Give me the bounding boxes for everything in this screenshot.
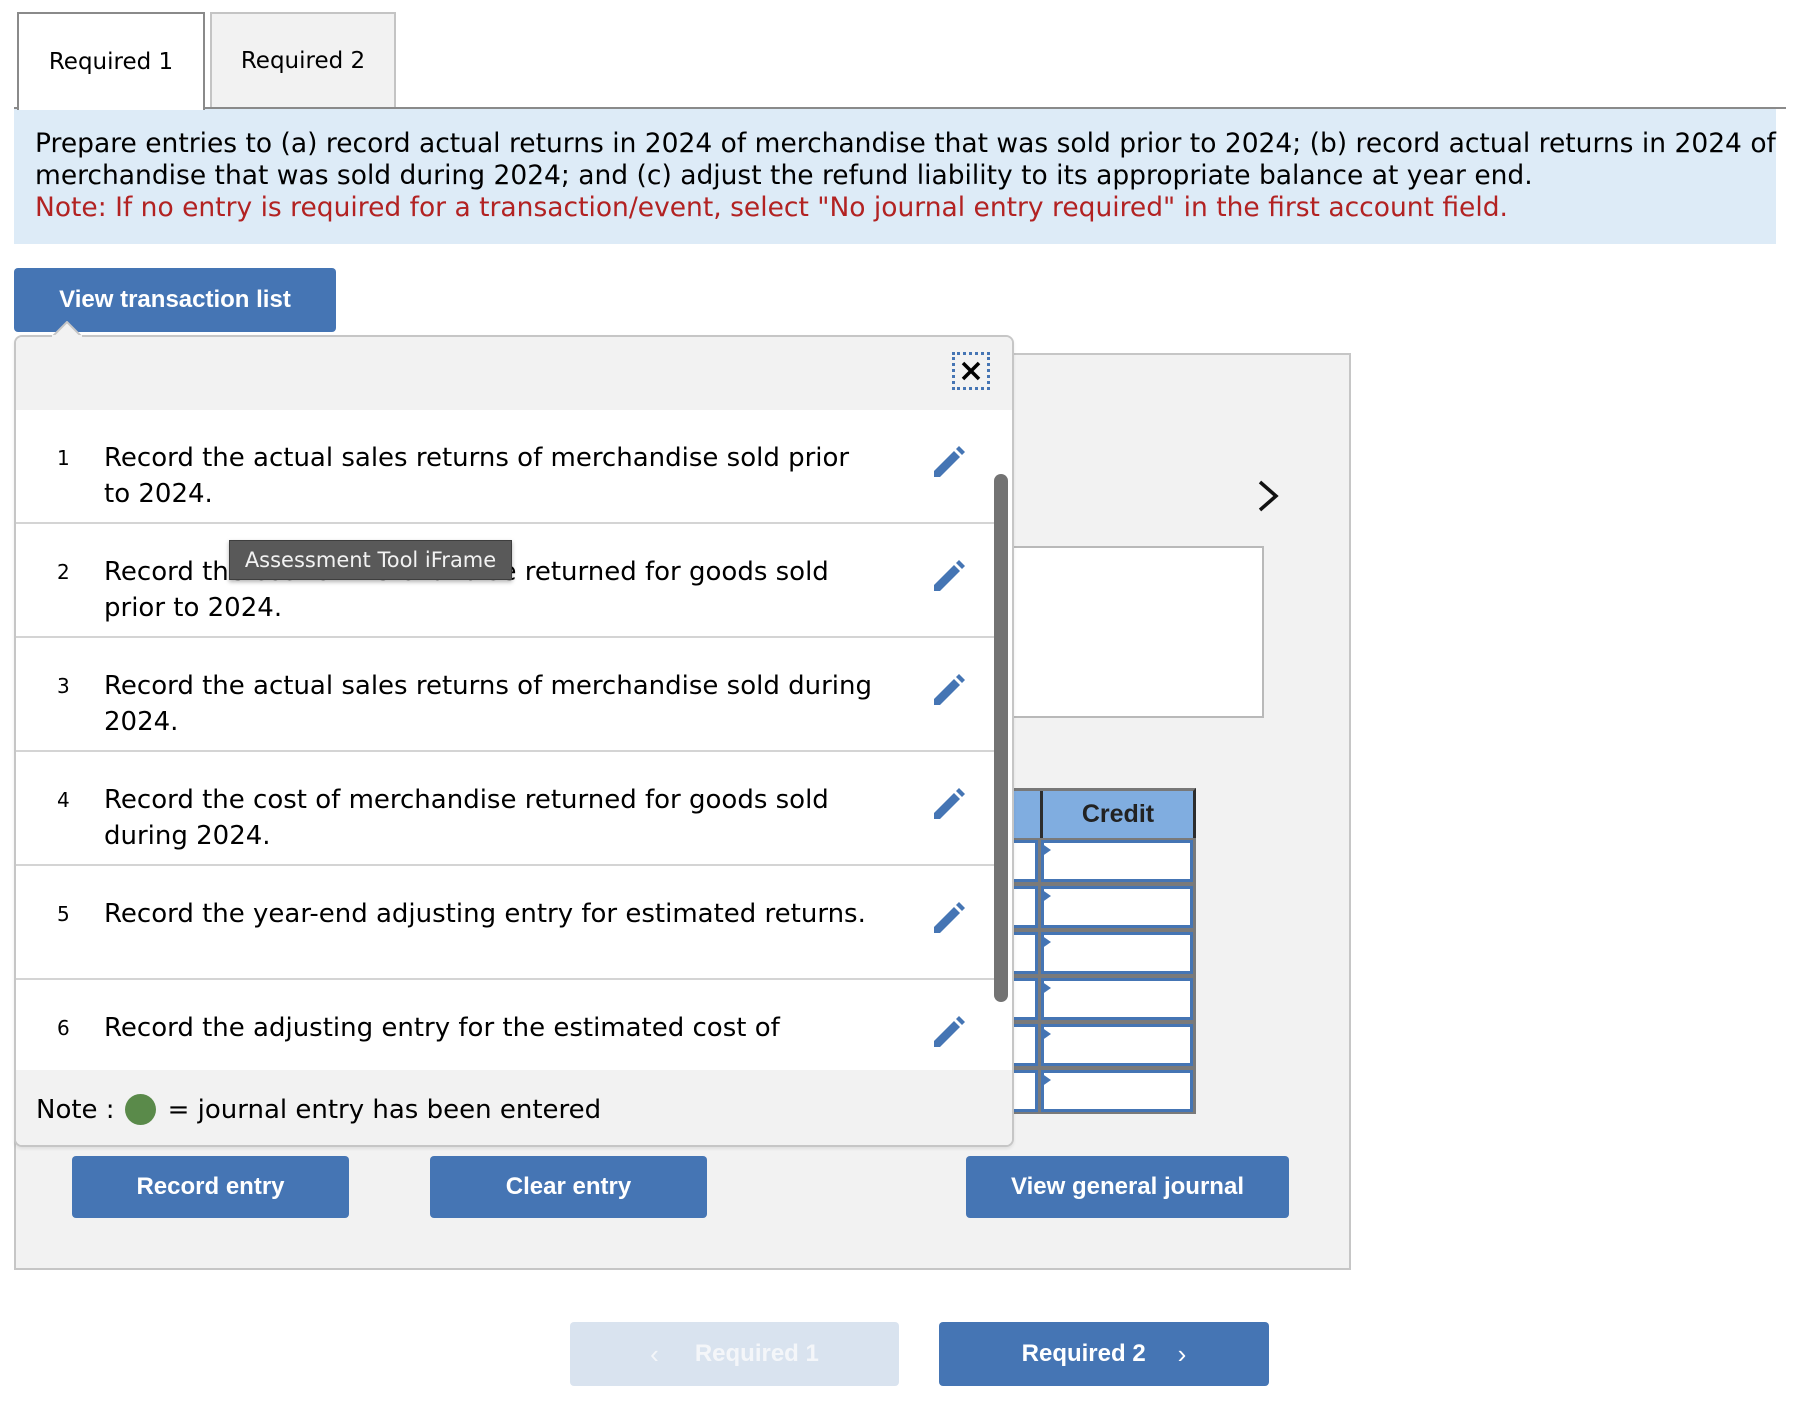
transaction-description-box [1000, 546, 1264, 718]
cell-marker-icon [1041, 889, 1051, 903]
credit-cell-input[interactable] [1041, 932, 1193, 974]
cell-marker-icon [1041, 1073, 1051, 1087]
pencil-edit-icon[interactable] [932, 559, 966, 593]
transaction-text: Record the actual sales returns of merch… [104, 443, 850, 509]
pencil-edit-icon[interactable] [932, 1015, 966, 1049]
cell-marker-icon [1041, 843, 1051, 857]
prev-required-label: Required 1 [694, 1340, 819, 1367]
transaction-text: Record the cost of merchandise returned … [104, 785, 829, 851]
journal-table-rows [1000, 838, 1196, 1114]
credit-cell-input[interactable] [1041, 886, 1193, 928]
journal-table-row [1000, 838, 1196, 884]
transaction-number: 6 [57, 1016, 70, 1040]
credit-cell-input[interactable] [1041, 1024, 1193, 1066]
instructions-note: Note: If no entry is required for a tran… [35, 192, 1508, 223]
transaction-list-item[interactable]: 1 Record the actual sales returns of merc… [16, 410, 996, 524]
view-general-journal-button[interactable]: View general journal [966, 1156, 1289, 1218]
tooltip: Assessment Tool iFrame [229, 540, 512, 580]
credit-column-header: Credit [1081, 800, 1155, 828]
cell-marker-icon [1041, 1027, 1051, 1041]
next-required-button[interactable]: Required 2 › [939, 1322, 1269, 1386]
transaction-text: Record the adjusting entry for the estim… [104, 1013, 780, 1043]
chevron-right-icon: › [1177, 1338, 1187, 1369]
transaction-number: 1 [57, 446, 70, 470]
scrollbar-thumb[interactable] [994, 474, 1008, 1002]
tab-required-2[interactable]: Required 2 [210, 12, 396, 108]
journal-table-row [1000, 1068, 1196, 1114]
journal-table-row [1000, 930, 1196, 976]
pencil-edit-icon[interactable] [932, 901, 966, 935]
transaction-list-item[interactable]: 6 Record the adjusting entry for the esti… [16, 980, 996, 1070]
transaction-list-item[interactable]: 3 Record the actual sales returns of merc… [16, 638, 996, 752]
cell-marker-icon [1041, 981, 1051, 995]
close-popup-button[interactable] [952, 352, 990, 390]
transaction-number: 5 [57, 902, 70, 926]
instructions-box: Prepare entries to (a) record actual ret… [14, 109, 1776, 244]
note-label: Note : [36, 1094, 115, 1125]
pencil-edit-icon[interactable] [932, 445, 966, 479]
prev-required-button[interactable]: ‹ Required 1 [570, 1322, 899, 1386]
chevron-left-icon: ‹ [650, 1338, 659, 1369]
transaction-number: 4 [57, 788, 70, 812]
pencil-edit-icon[interactable] [932, 673, 966, 707]
credit-cell-input[interactable] [1041, 840, 1193, 882]
tab-required-2-label: Required 2 [240, 48, 366, 74]
journal-table-row [1000, 976, 1196, 1022]
cell-marker-icon [1041, 935, 1051, 949]
journal-table-row [1000, 884, 1196, 930]
popup-caret [49, 320, 85, 338]
note-text: = journal entry has been entered [167, 1094, 602, 1125]
note-bar: Note : = journal entry has been entered [16, 1070, 1012, 1145]
transaction-list-item[interactable]: 4 Record the cost of merchandise returned… [16, 752, 996, 866]
journal-table-row [1000, 1022, 1196, 1068]
transaction-number: 3 [57, 674, 70, 698]
tab-required-1[interactable]: Required 1 [17, 12, 205, 110]
instructions-line-2: merchandise that was sold during 2024; a… [35, 160, 1533, 191]
transaction-text: Record the actual sales returns of merch… [104, 671, 872, 737]
pencil-edit-icon[interactable] [932, 787, 966, 821]
credit-cell-input[interactable] [1041, 978, 1193, 1020]
instructions-line-1: Prepare entries to (a) record actual ret… [35, 128, 1776, 159]
journal-table-header: Credit [1000, 788, 1196, 838]
transaction-list-item[interactable]: 5 Record the year-end adjusting entry for… [16, 866, 996, 980]
record-entry-button[interactable]: Record entry [72, 1156, 349, 1218]
tab-required-1-label: Required 1 [48, 49, 174, 75]
transaction-list: 1 Record the actual sales returns of merc… [16, 410, 996, 1070]
transaction-list-popup: 1 Record the actual sales returns of merc… [14, 335, 1014, 1147]
close-icon [961, 361, 981, 381]
next-required-label: Required 2 [1021, 1340, 1146, 1367]
transaction-text: Record the year-end adjusting entry for … [104, 899, 866, 929]
credit-cell-input[interactable] [1041, 1070, 1193, 1112]
entered-indicator-dot [124, 1094, 156, 1125]
popup-header [16, 337, 1012, 410]
transaction-number: 2 [57, 560, 70, 584]
next-transaction-chevron-icon[interactable] [1256, 478, 1280, 514]
clear-entry-button[interactable]: Clear entry [430, 1156, 707, 1218]
